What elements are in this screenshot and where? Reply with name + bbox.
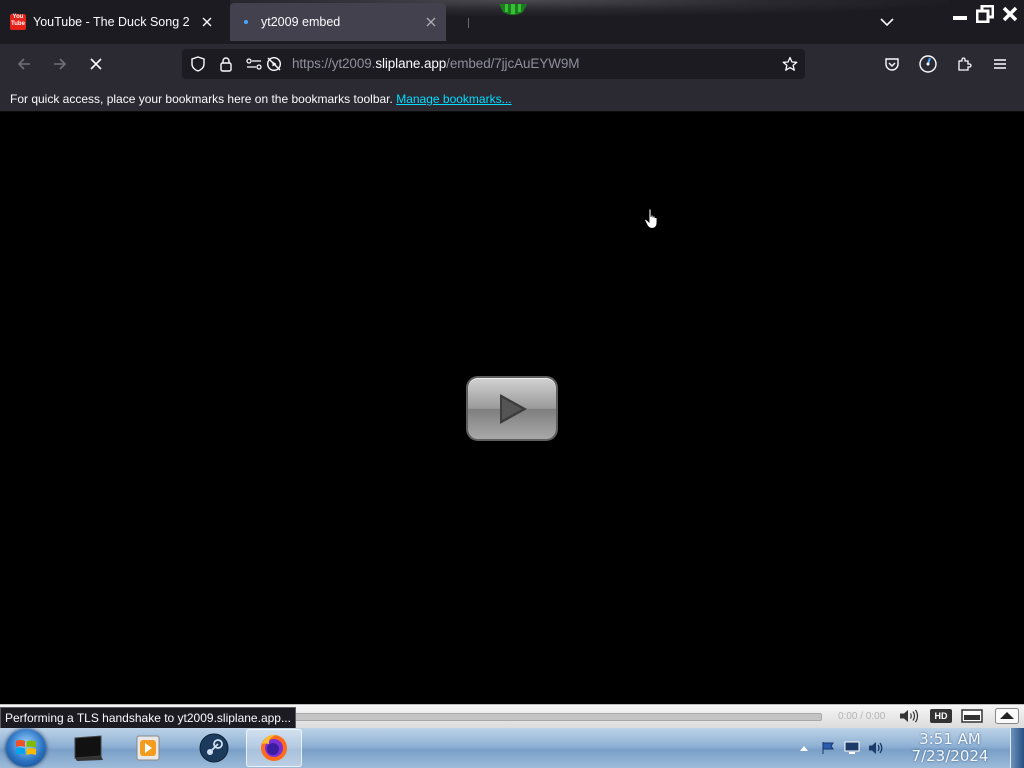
close-tab-icon[interactable] [196,11,218,33]
seek-bar[interactable] [288,713,822,721]
fullscreen-icon [995,708,1019,724]
window-theme-green-icon [499,4,527,15]
bookmarks-toolbar: For quick access, place your bookmarks h… [0,84,1024,112]
show-desktop-button[interactable] [1010,728,1024,768]
windows-logo-icon [16,740,36,755]
hamburger-menu-icon [994,59,1006,69]
taskbar-media-player-app[interactable] [120,729,176,767]
wide-mode-button[interactable] [960,707,984,725]
embedded-video-player[interactable] [0,112,1024,704]
status-panel: Performing a TLS handshake to yt2009.sli… [0,707,296,729]
tracking-protection-shield-icon[interactable] [188,54,208,74]
hd-label: HD [930,709,952,723]
hand-cursor-icon [644,208,658,229]
tab-yt2009-embed[interactable]: yt2009 embed [230,3,446,41]
play-button[interactable] [466,376,558,441]
restore-window-icon[interactable] [974,3,996,25]
youtube-favicon-icon: You Tube [10,14,26,30]
extensions-button[interactable] [950,50,978,78]
url-path: /embed/7jjcAuEYW9M [446,56,580,71]
forward-button[interactable] [46,50,74,78]
volume-button[interactable] [898,707,920,725]
taskbar-steam-app[interactable] [186,729,242,767]
forward-arrow-icon [54,58,67,70]
player-time: 0:00 / 0:00 [838,711,886,722]
widescreen-icon [961,709,983,723]
terminal-app-icon [74,735,103,761]
back-arrow-icon [17,58,30,70]
manage-bookmarks-link[interactable]: Manage bookmarks... [396,92,511,106]
permissions-icon[interactable] [244,54,264,74]
firefox-account-icon [919,55,937,73]
minimize-window-icon[interactable] [950,3,970,25]
taskbar-clock[interactable]: 3:51 AM 7/23/2024 [898,731,1002,765]
clock-date: 7/23/2024 [911,747,989,765]
bookmarks-hint-text: For quick access, place your bookmarks h… [10,92,393,106]
play-triangle-icon [500,394,527,424]
stop-loading-button[interactable] [82,50,110,78]
puzzle-piece-icon [958,57,972,71]
list-all-tabs-chevron-icon[interactable] [876,12,898,32]
taskbar-terminal-app[interactable] [60,729,116,767]
back-button[interactable] [10,50,38,78]
autoplay-blocked-icon[interactable] [264,54,284,74]
app-menu-button[interactable] [986,50,1014,78]
hd-toggle-button[interactable]: HD [929,707,953,725]
stop-icon [90,58,102,70]
volume-icon[interactable] [868,740,884,756]
fullscreen-button[interactable] [994,707,1020,725]
pocket-icon [885,58,899,71]
tab-youtube-duck-song[interactable]: You Tube YouTube - The Duck Song 2 [6,3,222,41]
taskbar-firefox-app[interactable] [246,729,302,767]
tab-separator [468,18,469,28]
media-player-app-icon [136,735,160,761]
action-center-flag-icon[interactable] [820,740,836,756]
steam-app-icon [199,733,229,763]
speaker-icon [900,709,919,723]
network-icon[interactable] [844,740,860,756]
close-window-icon[interactable] [1000,3,1020,25]
pocket-button[interactable] [878,50,906,78]
taskbar: 3:51 AM 7/23/2024 [0,728,1024,768]
close-tab-icon[interactable] [420,11,442,33]
tab-strip: You Tube YouTube - The Duck Song 2 yt200… [0,0,1024,44]
bookmarks-hint: For quick access, place your bookmarks h… [10,92,512,106]
show-hidden-icons-icon[interactable] [796,740,812,756]
url-text: https://yt2009.sliplane.app/embed/7jjcAu… [292,56,580,71]
account-button[interactable] [914,50,942,78]
clock-time: 3:51 AM [919,730,981,748]
navigation-toolbar: https://yt2009.sliplane.app/embed/7jjcAu… [0,44,1024,84]
firefox-app-icon [261,734,287,761]
youtube-favicon-text-top: You [12,14,24,20]
bookmark-star-icon[interactable] [780,54,800,74]
loading-dot-icon [238,14,254,30]
start-button[interactable] [6,729,46,767]
lock-icon[interactable] [216,54,236,74]
tab-title: yt2009 embed [261,15,341,29]
tab-title: YouTube - The Duck Song 2 [33,15,190,29]
url-host: sliplane.app [375,56,447,71]
address-bar[interactable]: https://yt2009.sliplane.app/embed/7jjcAu… [182,49,805,79]
youtube-favicon-text-bottom: Tube [11,21,25,27]
url-prefix: https://yt2009. [292,56,376,71]
